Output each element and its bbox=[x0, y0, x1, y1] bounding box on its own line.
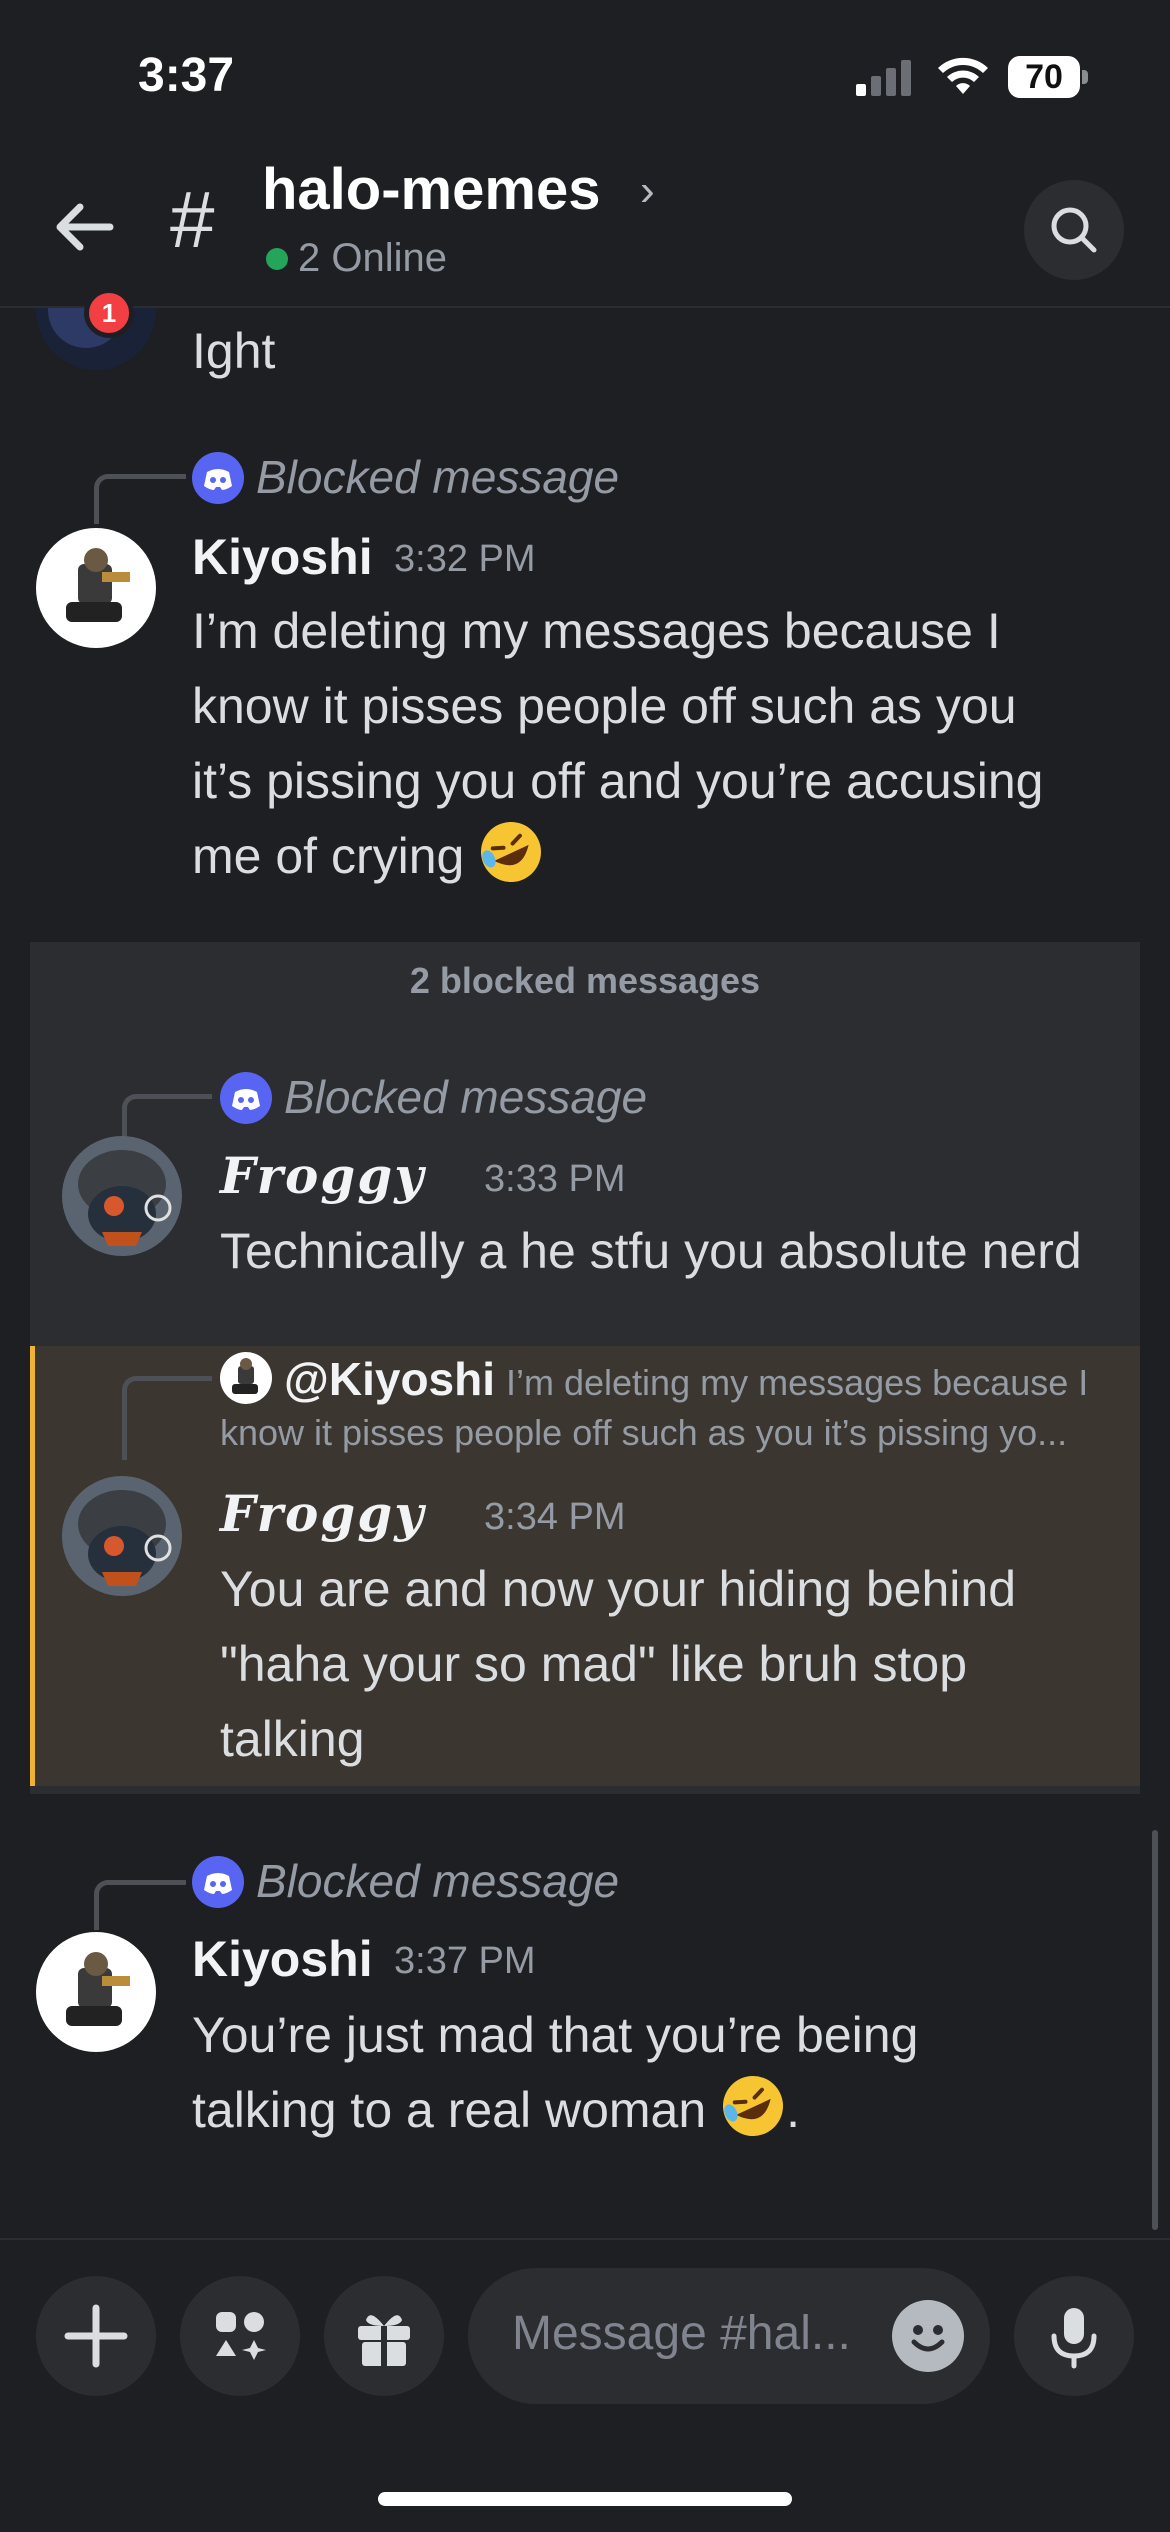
message-suffix: . bbox=[786, 2082, 800, 2138]
hash-icon: # bbox=[170, 175, 215, 264]
message-placeholder[interactable]: Message #hal... bbox=[512, 2306, 851, 2361]
chevron-right-icon[interactable]: › bbox=[640, 166, 655, 216]
cellular-signal-icon bbox=[856, 60, 911, 96]
emoji-icon bbox=[911, 2325, 945, 2352]
avatar-kiyoshi[interactable] bbox=[36, 528, 156, 648]
timestamp: 3:32 PM bbox=[394, 538, 536, 580]
reply-avatar bbox=[220, 1352, 272, 1404]
discord-logo-icon bbox=[192, 452, 244, 504]
username[interactable]: Kiyoshi bbox=[192, 528, 373, 586]
rofl-emoji-icon bbox=[723, 2076, 784, 2136]
message-text: me of crying bbox=[192, 828, 465, 884]
username[interactable]: Froggy bbox=[220, 1146, 425, 1205]
reply-preview-text[interactable]: I’m deleting my messages because I bbox=[506, 1358, 1140, 1408]
username[interactable]: Froggy bbox=[220, 1484, 425, 1543]
message-line: You are and now your hiding behind bbox=[220, 1561, 1016, 1617]
apps-button[interactable] bbox=[180, 2276, 300, 2396]
message-line: You’re just mad that you’re being bbox=[192, 2007, 919, 2063]
reply-blocked-label[interactable]: Blocked message bbox=[256, 1854, 619, 1908]
discord-logo-icon bbox=[192, 1856, 244, 1908]
avatar-froggy[interactable] bbox=[62, 1136, 182, 1256]
online-count: 2 Online bbox=[298, 236, 447, 280]
home-indicator[interactable] bbox=[378, 2492, 792, 2506]
reply-blocked-label[interactable]: Blocked message bbox=[284, 1070, 647, 1124]
timestamp: 3:37 PM bbox=[394, 1940, 536, 1982]
message-line: I’m deleting my messages because I bbox=[192, 603, 1001, 659]
avatar-kiyoshi[interactable] bbox=[36, 1932, 156, 2052]
message-text: Technically a he stfu you absolute nerd bbox=[220, 1223, 1082, 1279]
channel-title[interactable]: halo-memes bbox=[262, 156, 600, 223]
message-line: talking bbox=[220, 1711, 365, 1767]
timestamp: 3:34 PM bbox=[484, 1496, 626, 1538]
reply-blocked-label[interactable]: Blocked message bbox=[256, 450, 619, 504]
message-line: it’s pissing you off and you’re accusing bbox=[192, 753, 1044, 809]
rofl-emoji-icon bbox=[481, 822, 542, 882]
voice-button[interactable] bbox=[1014, 2276, 1134, 2396]
scrollbar[interactable] bbox=[1152, 1830, 1158, 2230]
search-button[interactable] bbox=[1024, 180, 1124, 280]
online-status-dot bbox=[266, 248, 288, 270]
timestamp: 3:33 PM bbox=[484, 1158, 626, 1200]
message-text: Ight bbox=[192, 323, 276, 379]
battery-level: 70 bbox=[1008, 56, 1080, 98]
back-button[interactable]: 1 bbox=[50, 192, 134, 338]
gift-button[interactable] bbox=[324, 2276, 444, 2396]
discord-logo-icon bbox=[220, 1072, 272, 1124]
message-line-last: talking to a real woman . bbox=[192, 2073, 800, 2148]
reply-preview-text[interactable]: know it pisses people off such as you it… bbox=[220, 1408, 1140, 1458]
plus-icon bbox=[64, 2304, 128, 2368]
message-line-last: me of crying bbox=[192, 819, 544, 894]
channel-header: 1 # halo-memes › 2 Online bbox=[0, 140, 1170, 338]
reply-username[interactable]: @Kiyoshi bbox=[284, 1352, 495, 1406]
wifi-icon bbox=[938, 57, 988, 94]
unread-badge: 1 bbox=[84, 288, 134, 338]
plus-button[interactable] bbox=[36, 2276, 156, 2396]
battery-indicator: 70 bbox=[1008, 56, 1088, 98]
username[interactable]: Kiyoshi bbox=[192, 1930, 373, 1988]
microphone-icon bbox=[1051, 2308, 1097, 2369]
status-time: 3:37 bbox=[138, 49, 235, 102]
message-line: "haha your so mad" like bruh stop bbox=[220, 1636, 968, 1692]
back-arrow-icon bbox=[56, 203, 114, 251]
avatar-froggy[interactable] bbox=[62, 1476, 182, 1596]
message-line: know it pisses people off such as you bbox=[192, 678, 1017, 734]
blocked-group-title[interactable]: 2 blocked messages bbox=[30, 960, 1140, 1002]
emoji-button[interactable] bbox=[892, 2300, 964, 2372]
search-icon bbox=[1051, 207, 1097, 253]
gift-icon bbox=[358, 2315, 410, 2366]
apps-icon bbox=[216, 2312, 266, 2360]
message-text: talking to a real woman bbox=[192, 2082, 707, 2138]
